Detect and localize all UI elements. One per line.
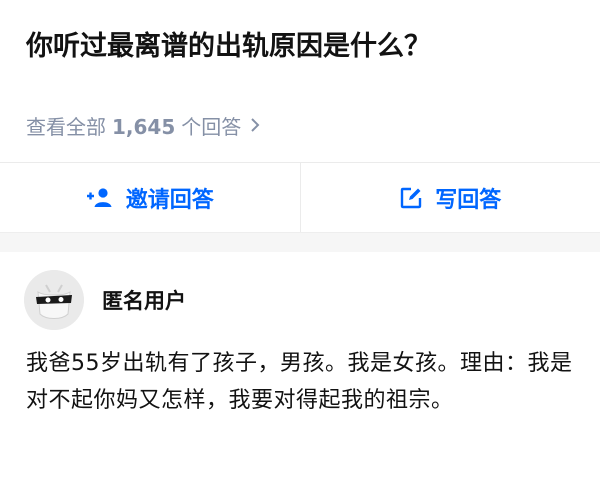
edit-icon (399, 186, 423, 210)
question-header: 你听过最离谱的出轨原因是什么？ 查看全部 1,645 个回答 (0, 0, 600, 162)
view-all-prefix: 查看全部 (26, 115, 106, 139)
section-divider (0, 232, 600, 252)
write-answer-button[interactable]: 写回答 (301, 163, 600, 232)
add-user-icon (86, 187, 114, 209)
answer-count: 1,645 (112, 115, 176, 139)
write-answer-label: 写回答 (435, 187, 502, 213)
view-all-answers-link[interactable]: 查看全部 1,645 个回答 (26, 112, 261, 142)
view-all-suffix: 个回答 (181, 115, 242, 139)
invite-answer-label: 邀请回答 (125, 187, 214, 213)
action-bar: 邀请回答 写回答 (0, 162, 600, 232)
author-name[interactable]: 匿名用户 (102, 285, 186, 315)
answer-content[interactable]: 我爸55岁出轨有了孩子，男孩。我是女孩。理由：我是对不起你妈又怎样，我要对得起我… (26, 345, 574, 419)
anonymous-avatar-icon[interactable] (24, 270, 84, 330)
chevron-right-icon (249, 112, 261, 142)
question-title[interactable]: 你听过最离谱的出轨原因是什么？ (26, 27, 580, 67)
answer-author[interactable]: 匿名用户 (24, 270, 186, 330)
answer-card: 匿名用户 我爸55岁出轨有了孩子，男孩。我是女孩。理由：我是对不起你妈又怎样，我… (0, 252, 600, 503)
invite-answer-button[interactable]: 邀请回答 (0, 163, 300, 232)
